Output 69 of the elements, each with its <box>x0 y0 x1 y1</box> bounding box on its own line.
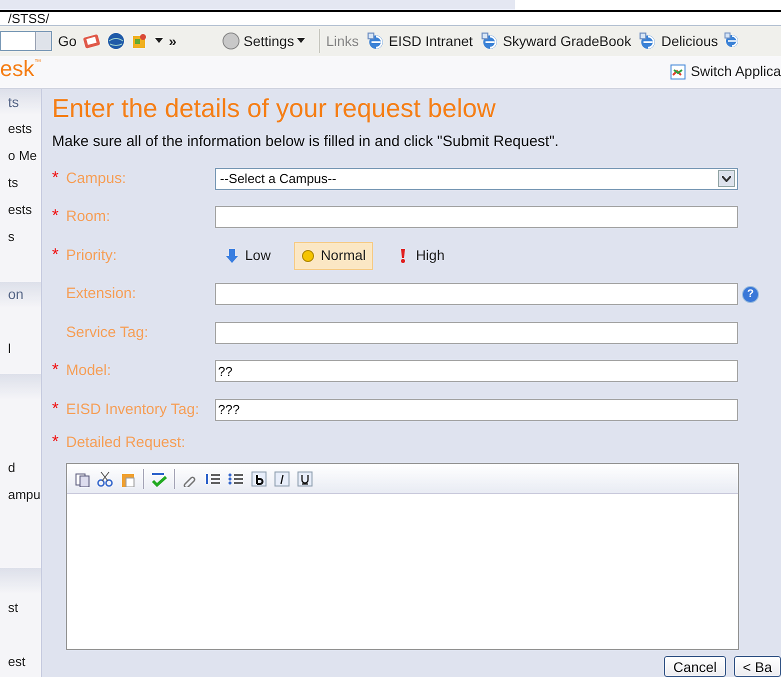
campus-dropdown[interactable]: --Select a Campus-- <box>215 168 738 190</box>
globe-page-icon <box>639 32 658 50</box>
required-marker: * <box>52 361 59 380</box>
more-button[interactable]: » <box>168 30 176 52</box>
puzzle-icon <box>130 32 149 50</box>
sidebar-item[interactable]: ests <box>8 115 32 142</box>
field-label: EISD Inventory Tag: <box>66 400 200 420</box>
sidebar-item[interactable]: l <box>8 334 11 362</box>
field-label: Campus: <box>66 168 126 189</box>
go-button[interactable]: Go <box>58 30 77 52</box>
field-label: Service Tag: <box>66 322 148 343</box>
form-title: Enter the details of your request below <box>52 92 497 125</box>
bookmark-link[interactable]: Skyward GradeBook <box>480 30 632 52</box>
text-field[interactable]: ?? <box>215 360 738 382</box>
field-label: Room: <box>66 207 110 228</box>
field-label: Priority: <box>66 246 117 266</box>
form-button[interactable]: < Ba <box>734 656 781 677</box>
globe-page-icon <box>366 32 385 50</box>
caret-icon <box>154 38 163 44</box>
italic-icon[interactable] <box>274 470 290 486</box>
scissors-icon[interactable] <box>97 470 113 486</box>
globe-page-icon <box>480 32 499 50</box>
form-button[interactable]: Cancel <box>664 656 726 677</box>
field-label: Model: <box>66 361 112 382</box>
sidebar-item[interactable]: o Me <box>8 142 37 169</box>
arrow-down-icon <box>225 248 239 264</box>
address-text[interactable]: /STSS/ <box>8 12 50 25</box>
priority-option[interactable]: Low <box>218 242 278 270</box>
text-field[interactable] <box>215 206 738 228</box>
bold-icon[interactable] <box>251 470 267 486</box>
sidebar-item[interactable]: ests <box>8 196 32 223</box>
sidebar-item[interactable]: d <box>8 454 16 481</box>
spellcheck-icon[interactable] <box>151 470 167 486</box>
required-marker: * <box>52 400 59 418</box>
text-field[interactable]: ??? <box>215 398 738 421</box>
field-label: Detailed Request: <box>66 433 186 453</box>
copy-icon[interactable] <box>74 470 90 486</box>
field-label: Extension: <box>66 284 136 304</box>
bookmark-link[interactable]: Delicious <box>639 30 718 52</box>
sidebar-item[interactable]: s <box>8 223 14 250</box>
switch-icon <box>668 62 687 80</box>
links-label: Links <box>326 32 359 50</box>
sidebar-item[interactable]: ts <box>8 169 18 196</box>
priority-option[interactable]: High <box>388 242 452 270</box>
underline-icon[interactable] <box>297 470 313 486</box>
settings-button[interactable]: Settings <box>222 30 306 52</box>
globe-icon <box>106 32 125 50</box>
sidebar-item[interactable]: st <box>8 594 18 622</box>
sidebar-item[interactable]: est <box>8 648 26 676</box>
text-field[interactable] <box>215 322 738 344</box>
switch-application-link[interactable]: Switch Applica <box>668 61 781 82</box>
sidebar-item[interactable]: ampu <box>8 480 41 508</box>
required-marker: * <box>52 207 59 226</box>
required-marker: * <box>52 168 59 187</box>
note-icon <box>82 33 101 49</box>
caret-icon <box>297 38 306 44</box>
circle-icon <box>222 32 240 50</box>
bookmark-link[interactable]: EISD Intranet <box>366 30 473 52</box>
text-field[interactable] <box>215 283 738 306</box>
help-button[interactable]: ? <box>742 286 759 303</box>
required-marker: * <box>52 246 59 264</box>
bulleted-list-icon[interactable] <box>228 470 244 486</box>
priority-option[interactable]: Normal <box>294 242 373 270</box>
page-icon <box>724 32 740 50</box>
chevron-down-icon <box>722 176 731 182</box>
address-dropdown[interactable] <box>0 31 52 51</box>
required-marker: * <box>52 433 59 451</box>
instructions-text: Make sure all of the information below is filled in and click "Submit Request". <box>52 132 560 152</box>
dot-icon <box>300 248 315 264</box>
